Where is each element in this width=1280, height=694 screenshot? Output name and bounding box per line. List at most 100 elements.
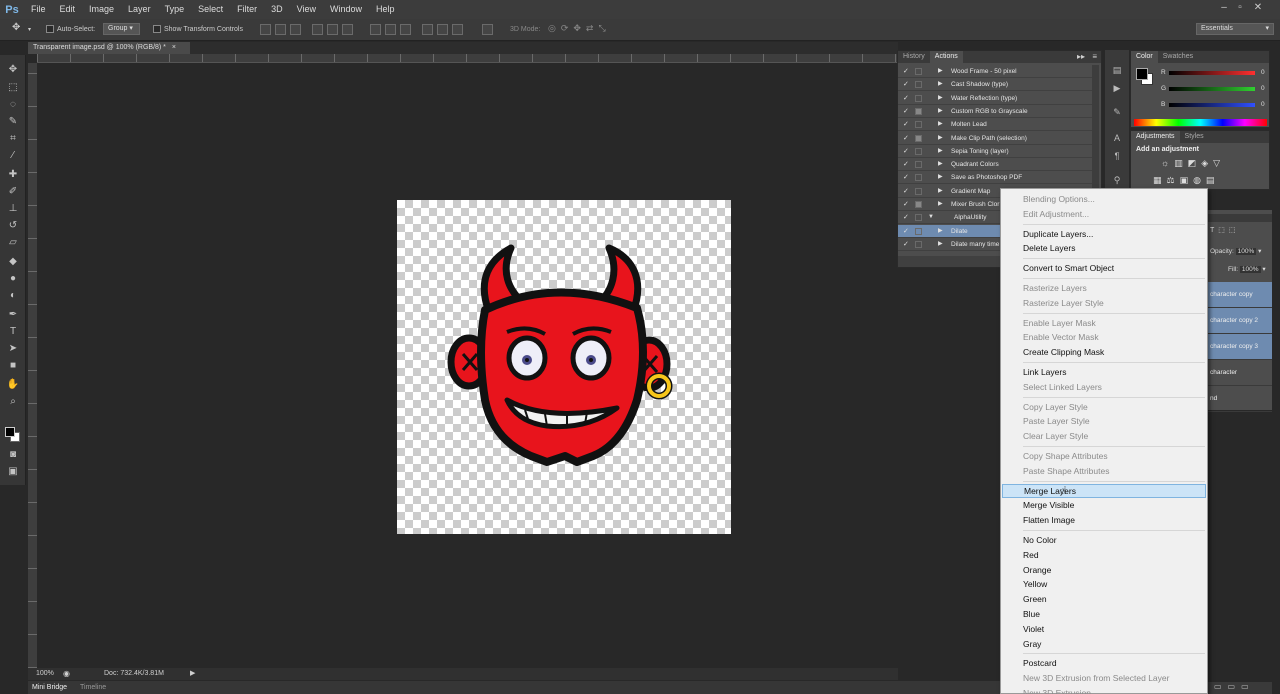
menu-item-red[interactable]: Red xyxy=(1002,548,1206,562)
action-toggle-check-icon[interactable]: ✓ xyxy=(903,211,912,224)
menu-item-rasterize-layers[interactable]: Rasterize Layers xyxy=(1002,281,1206,295)
menu-item-orange[interactable]: Orange xyxy=(1002,563,1206,577)
layers-footer-icons[interactable]: ▭▭▭ xyxy=(1208,682,1272,694)
tab-actions[interactable]: Actions xyxy=(929,51,963,63)
action-toggle-check-icon[interactable]: ✓ xyxy=(903,92,912,105)
action-toggle-check-icon[interactable]: ✓ xyxy=(903,225,912,238)
menu-item-duplicate-layers[interactable]: Duplicate Layers... xyxy=(1002,227,1206,241)
lasso-tool-icon[interactable]: ◌ xyxy=(6,98,20,111)
action-dialog-toggle[interactable] xyxy=(915,161,922,169)
distribute-right-icon[interactable] xyxy=(452,24,463,35)
collapsed-arrow-icon[interactable]: ▶ xyxy=(938,65,943,78)
clone-stamp-tool-icon[interactable]: ⊥ xyxy=(6,202,20,215)
action-row[interactable]: ✓ ▶ Quadrant Colors xyxy=(898,158,1093,172)
tab-timeline[interactable]: Timeline xyxy=(80,681,106,694)
action-toggle-check-icon[interactable]: ✓ xyxy=(903,118,912,131)
collapsed-arrow-icon[interactable]: ▶ xyxy=(938,225,943,238)
history-brush-tool-icon[interactable]: ↺ xyxy=(6,219,20,232)
shape-tool-icon[interactable]: ■ xyxy=(6,359,20,372)
adjustment-icons-row-1[interactable]: ☼▥◩◈▽ xyxy=(1161,158,1225,169)
menu-item-violet[interactable]: Violet xyxy=(1002,622,1206,636)
tab-history[interactable]: History xyxy=(898,51,930,63)
tab-color[interactable]: Color xyxy=(1131,51,1158,63)
workspace-switcher[interactable]: Essentials ▾ xyxy=(1196,23,1274,35)
menu-window[interactable]: Window xyxy=(323,0,369,19)
menu-file[interactable]: File xyxy=(24,0,53,19)
menu-item-green[interactable]: Green xyxy=(1002,592,1206,606)
menu-item-yellow[interactable]: Yellow xyxy=(1002,577,1206,591)
action-toggle-check-icon[interactable]: ✓ xyxy=(903,158,912,171)
color-spectrum-ramp[interactable] xyxy=(1134,119,1267,126)
menu-item-select-linked-layers[interactable]: Select Linked Layers xyxy=(1002,380,1206,394)
action-toggle-check-icon[interactable]: ✓ xyxy=(903,105,912,118)
collapsed-arrow-icon[interactable]: ▶ xyxy=(938,78,943,91)
healing-brush-tool-icon[interactable]: ✚ xyxy=(6,168,20,181)
menu-layer[interactable]: Layer xyxy=(121,0,158,19)
action-dialog-toggle[interactable] xyxy=(915,94,922,102)
action-toggle-check-icon[interactable]: ✓ xyxy=(903,185,912,198)
collapsed-arrow-icon[interactable]: ▶ xyxy=(938,158,943,171)
blue-slider[interactable]: B 0 xyxy=(1161,101,1269,109)
eyedropper-tool-icon[interactable]: ⁄ xyxy=(6,149,20,162)
layer-row[interactable]: character xyxy=(1208,360,1272,386)
move-tool-icon[interactable]: ✥ xyxy=(6,63,20,76)
action-row[interactable]: ✓ ▶ Make Clip Path (selection) xyxy=(898,132,1093,145)
align-top-icon[interactable] xyxy=(260,24,271,35)
action-dialog-toggle[interactable] xyxy=(915,201,922,208)
collapsed-arrow-icon[interactable]: ▶ xyxy=(938,198,943,211)
zoom-level[interactable]: 100% xyxy=(36,668,54,680)
collapsed-arrow-icon[interactable]: ▶ xyxy=(938,92,943,105)
layer-row[interactable]: character copy 2 xyxy=(1208,308,1272,334)
action-row[interactable]: ✓ ▶ Molten Lead xyxy=(898,118,1093,132)
distribute-bottom-icon[interactable] xyxy=(400,24,411,35)
menu-item-edit-adjustment[interactable]: Edit Adjustment... xyxy=(1002,207,1206,221)
menu-item-no-color[interactable]: No Color xyxy=(1002,533,1206,547)
distribute-left-icon[interactable] xyxy=(422,24,433,35)
action-row[interactable]: ✓ ▶ Sepia Toning (layer) xyxy=(898,145,1093,158)
layer-filter-icons[interactable]: T⬚⬚ xyxy=(1210,226,1240,234)
foreground-color-swatch-front[interactable] xyxy=(5,427,15,437)
actions-dock-icon[interactable]: ▶ xyxy=(1111,82,1123,94)
move-tool-icon[interactable]: ✥ xyxy=(12,22,20,34)
auto-align-icon[interactable] xyxy=(482,24,493,35)
menu-item-merge-visible[interactable]: Merge Visible xyxy=(1002,498,1206,512)
brush-tool-icon[interactable]: ✐ xyxy=(6,185,20,198)
action-toggle-check-icon[interactable]: ✓ xyxy=(903,132,912,145)
action-row[interactable]: ✓ ▶ Cast Shadow (type) xyxy=(898,78,1093,92)
hand-tool-icon[interactable]: ✋ xyxy=(6,378,20,391)
status-menu-arrow-icon[interactable]: ▶ xyxy=(190,668,195,680)
brush-preset-dock-icon[interactable]: ✎ xyxy=(1111,106,1123,118)
tab-styles[interactable]: Styles xyxy=(1180,131,1209,143)
red-value[interactable]: 0 xyxy=(1261,69,1265,77)
action-row[interactable]: ✓ ▶ Water Reflection (type) xyxy=(898,92,1093,105)
menu-item-link-layers[interactable]: Link Layers xyxy=(1002,365,1206,379)
action-dialog-toggle[interactable] xyxy=(915,121,922,129)
minimize-icon[interactable]: – xyxy=(1218,2,1230,14)
action-dialog-toggle[interactable] xyxy=(915,214,922,222)
action-dialog-toggle[interactable] xyxy=(915,68,922,75)
expanded-arrow-icon[interactable]: ▼ xyxy=(928,211,934,224)
tab-mini-bridge[interactable]: Mini Bridge xyxy=(32,681,67,694)
close-tab-icon[interactable]: × xyxy=(172,44,176,51)
action-row[interactable]: ✓ ▶ Wood Frame - 50 pixel xyxy=(898,65,1093,78)
type-tool-icon[interactable]: T xyxy=(6,325,20,338)
action-row[interactable]: ✓ ▶ Save as Photoshop PDF xyxy=(898,171,1093,185)
auto-select-target-dropdown[interactable]: Group ▾ xyxy=(103,23,140,35)
collapsed-arrow-icon[interactable]: ▶ xyxy=(938,118,943,131)
crop-tool-icon[interactable]: ⌗ xyxy=(6,132,20,145)
align-right-icon[interactable] xyxy=(342,24,353,35)
green-value[interactable]: 0 xyxy=(1261,85,1265,93)
menu-item-copy-shape-attributes[interactable]: Copy Shape Attributes xyxy=(1002,449,1206,463)
action-dialog-toggle[interactable] xyxy=(915,174,922,182)
maximize-icon[interactable]: ▫ xyxy=(1234,2,1246,14)
history-dock-icon[interactable]: ▤ xyxy=(1111,64,1123,76)
menu-item-new-3d-extrusion-from-selected-layer[interactable]: New 3D Extrusion from Selected Layer xyxy=(1002,671,1206,685)
menu-item-clear-layer-style[interactable]: Clear Layer Style xyxy=(1002,429,1206,443)
collapsed-arrow-icon[interactable]: ▶ xyxy=(938,145,943,158)
tool-preset-chevron-icon[interactable]: ▾ xyxy=(28,24,31,36)
action-row[interactable]: ✓ ▶ Custom RGB to Grayscale xyxy=(898,105,1093,118)
dodge-tool-icon[interactable]: ◐ xyxy=(6,289,20,302)
quick-select-tool-icon[interactable]: ✎ xyxy=(6,115,20,128)
close-icon[interactable]: ✕ xyxy=(1252,2,1264,14)
collapsed-arrow-icon[interactable]: ▶ xyxy=(938,171,943,184)
